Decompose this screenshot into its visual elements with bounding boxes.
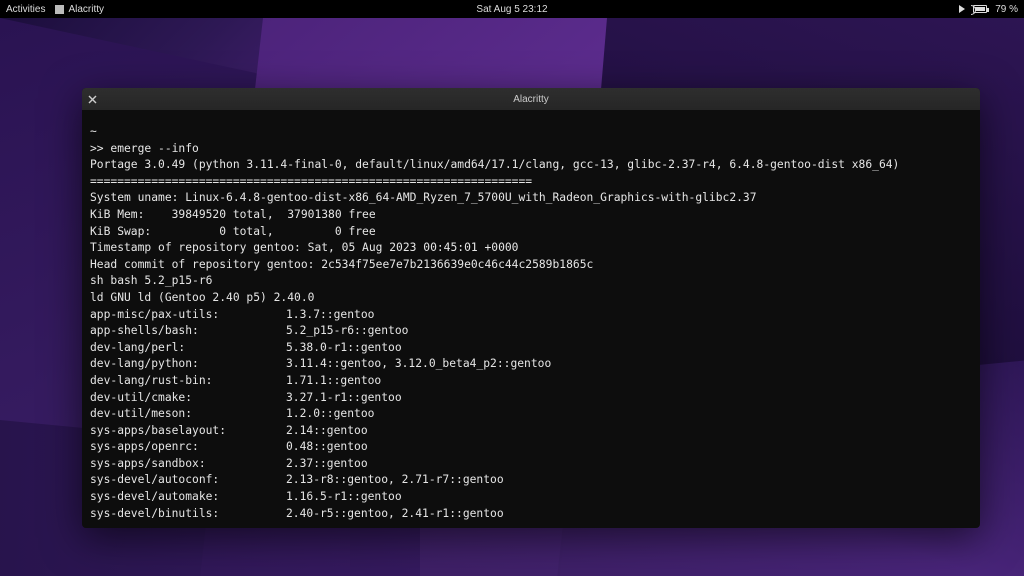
terminal-prompt: >> bbox=[90, 142, 110, 155]
terminal-line: ~ bbox=[90, 125, 97, 138]
terminal-command: emerge --info bbox=[110, 142, 198, 155]
package-name: dev-lang/python: bbox=[90, 356, 286, 373]
terminal-line: KiB Swap: 0 total, 0 free bbox=[90, 225, 376, 238]
app-indicator-label: Alacritty bbox=[68, 4, 104, 15]
package-name: dev-lang/rust-bin: bbox=[90, 373, 286, 390]
package-name: app-shells/bash: bbox=[90, 323, 286, 340]
window-title: Alacritty bbox=[513, 94, 549, 105]
window-titlebar[interactable]: Alacritty bbox=[82, 88, 980, 110]
package-version: 3.27.1-r1::gentoo bbox=[286, 391, 402, 404]
status-area[interactable]: 79 % bbox=[959, 4, 1018, 15]
gnome-topbar: Activities Alacritty Sat Aug 5 23:12 79 … bbox=[0, 0, 1024, 18]
package-version: 5.38.0-r1::gentoo bbox=[286, 341, 402, 354]
package-name: sys-apps/openrc: bbox=[90, 439, 286, 456]
package-version: 1.71.1::gentoo bbox=[286, 374, 381, 387]
alacritty-window: Alacritty ~ >> emerge --info Portage 3.0… bbox=[82, 88, 980, 528]
terminal-line: ========================================… bbox=[90, 175, 532, 188]
app-indicator[interactable]: Alacritty bbox=[55, 4, 104, 15]
close-icon bbox=[88, 95, 97, 104]
alacritty-icon bbox=[55, 5, 64, 14]
package-name: app-misc/pax-utils: bbox=[90, 307, 286, 324]
package-version: 1.16.5-r1::gentoo bbox=[286, 490, 402, 503]
terminal-line: KiB Mem: 39849520 total, 37901380 free bbox=[90, 208, 376, 221]
battery-icon bbox=[973, 5, 987, 13]
terminal-line: ld GNU ld (Gentoo 2.40 p5) 2.40.0 bbox=[90, 291, 314, 304]
package-version: 2.13-r8::gentoo, 2.71-r7::gentoo bbox=[286, 473, 504, 486]
package-version: 2.37::gentoo bbox=[286, 457, 368, 470]
package-version: 0.48::gentoo bbox=[286, 440, 368, 453]
package-name: sys-apps/sandbox: bbox=[90, 456, 286, 473]
battery-percent: 79 % bbox=[995, 4, 1018, 15]
close-button[interactable] bbox=[82, 88, 102, 110]
terminal-line: System uname: Linux-6.4.8-gentoo-dist-x8… bbox=[90, 191, 757, 204]
terminal-body[interactable]: ~ >> emerge --info Portage 3.0.49 (pytho… bbox=[82, 110, 980, 528]
package-version: 2.40-r5::gentoo, 2.41-r1::gentoo bbox=[286, 507, 504, 520]
package-version: 1.3.7::gentoo bbox=[286, 308, 374, 321]
package-version: 1.2.0::gentoo bbox=[286, 407, 374, 420]
package-version: 2.14::gentoo bbox=[286, 424, 368, 437]
activities-button[interactable]: Activities bbox=[6, 4, 45, 15]
volume-icon bbox=[959, 5, 965, 13]
package-name: sys-devel/binutils: bbox=[90, 506, 286, 523]
package-version: 5.2_p15-r6::gentoo bbox=[286, 324, 408, 337]
package-name: sys-devel/automake: bbox=[90, 489, 286, 506]
terminal-line: sh bash 5.2_p15-r6 bbox=[90, 274, 212, 287]
package-name: dev-util/meson: bbox=[90, 406, 286, 423]
package-name: dev-util/cmake: bbox=[90, 390, 286, 407]
package-name: sys-apps/baselayout: bbox=[90, 423, 286, 440]
package-name: dev-lang/perl: bbox=[90, 340, 286, 357]
package-version: 3.11.4::gentoo, 3.12.0_beta4_p2::gentoo bbox=[286, 357, 551, 370]
clock[interactable]: Sat Aug 5 23:12 bbox=[476, 4, 547, 15]
package-name: sys-devel/autoconf: bbox=[90, 472, 286, 489]
terminal-line: Portage 3.0.49 (python 3.11.4-final-0, d… bbox=[90, 158, 899, 171]
terminal-line: Head commit of repository gentoo: 2c534f… bbox=[90, 258, 593, 271]
terminal-line: Timestamp of repository gentoo: Sat, 05 … bbox=[90, 241, 518, 254]
